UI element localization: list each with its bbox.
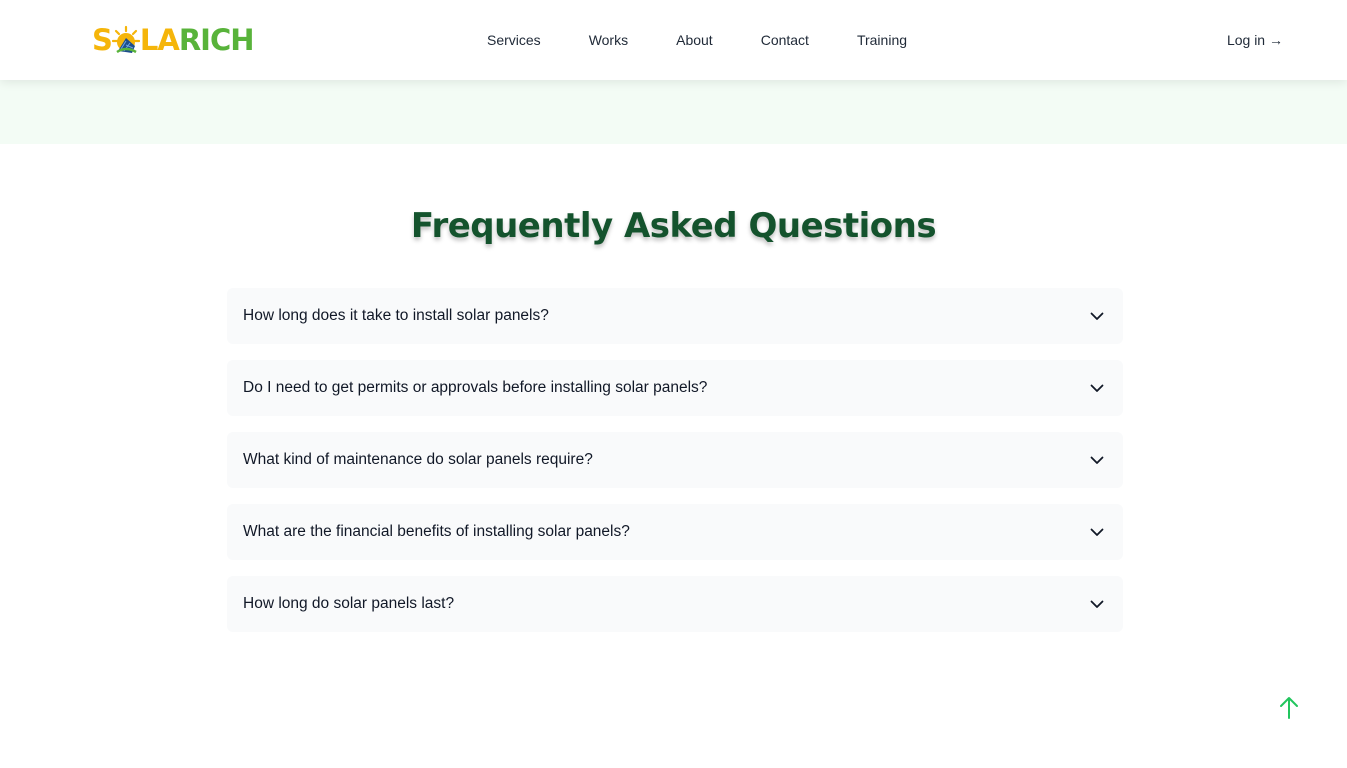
solarich-logo[interactable]: S LA RICH xyxy=(92,22,255,58)
nav-training[interactable]: Training xyxy=(857,30,907,50)
logo-wordmark: S LA RICH xyxy=(92,22,255,58)
chevron-down-icon[interactable] xyxy=(1089,308,1105,324)
nav-contact[interactable]: Contact xyxy=(761,30,809,50)
scroll-to-top-button[interactable] xyxy=(1277,695,1301,721)
nav-about[interactable]: About xyxy=(676,30,713,50)
arrow-up-icon xyxy=(1280,697,1298,719)
main-nav: Services Works About Contact Training xyxy=(487,30,907,50)
sun-panel-icon xyxy=(111,25,140,54)
faq-question: What are the financial benefits of insta… xyxy=(243,523,630,540)
faq-item[interactable]: What kind of maintenance do solar panels… xyxy=(227,432,1123,488)
faq-title: Frequently Asked Questions xyxy=(410,206,937,246)
nav-works[interactable]: Works xyxy=(589,30,628,50)
chevron-down-icon[interactable] xyxy=(1089,452,1105,468)
logo-text-la: LA xyxy=(139,23,180,57)
logo-text-rich: RICH xyxy=(178,23,255,57)
login-link[interactable]: Log in → xyxy=(1227,30,1283,50)
nav-services[interactable]: Services xyxy=(487,30,541,50)
faq-question: Do I need to get permits or approvals be… xyxy=(243,379,708,396)
logo-text-s: S xyxy=(92,23,113,57)
site-header: S LA RICH Services Works About Contact T… xyxy=(0,0,1347,80)
faq-list: How long does it take to install solar p… xyxy=(227,288,1123,648)
chevron-down-icon[interactable] xyxy=(1089,380,1105,396)
chevron-down-icon[interactable] xyxy=(1089,596,1105,612)
faq-item[interactable]: How long do solar panels last? xyxy=(227,576,1123,632)
faq-item[interactable]: Do I need to get permits or approvals be… xyxy=(227,360,1123,416)
hero-bottom-band xyxy=(0,80,1347,144)
faq-question: What kind of maintenance do solar panels… xyxy=(243,451,593,468)
faq-item[interactable]: How long does it take to install solar p… xyxy=(227,288,1123,344)
faq-item[interactable]: What are the financial benefits of insta… xyxy=(227,504,1123,560)
faq-question: How long does it take to install solar p… xyxy=(243,307,549,324)
faq-question: How long do solar panels last? xyxy=(243,595,455,612)
chevron-down-icon[interactable] xyxy=(1089,524,1105,540)
